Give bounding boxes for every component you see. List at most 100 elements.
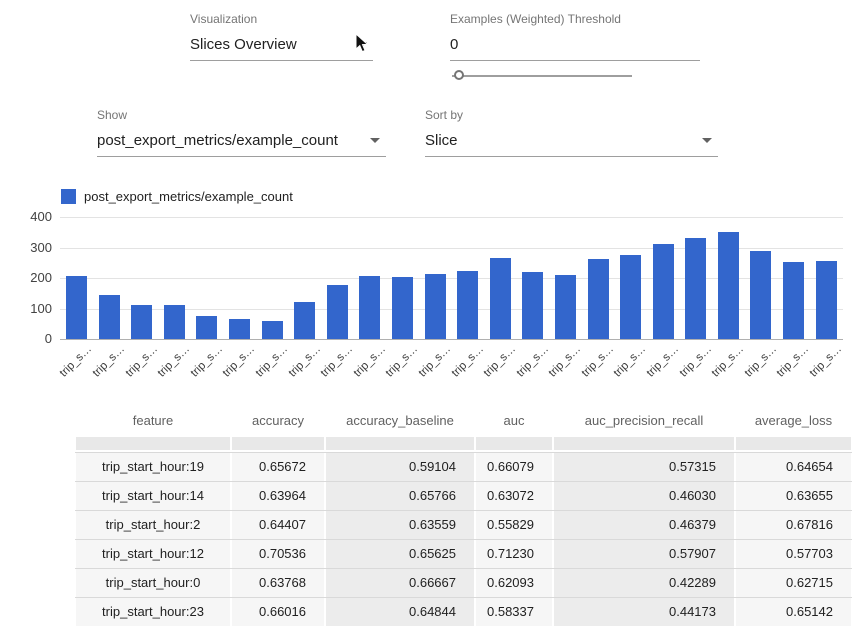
x-tick-label: trip_s… xyxy=(66,341,87,387)
bar[interactable] xyxy=(327,285,348,339)
metric-cell: 0.71230 xyxy=(476,540,552,568)
metric-cell: 0.65625 xyxy=(326,540,474,568)
bar[interactable] xyxy=(229,319,250,339)
bar[interactable] xyxy=(294,302,315,339)
x-tick-label: trip_s… xyxy=(490,341,511,387)
column-filter-input[interactable] xyxy=(554,437,734,450)
column-filter-input[interactable] xyxy=(736,437,851,450)
column-header[interactable]: accuracy_baseline xyxy=(325,404,475,436)
sort-by-label: Sort by xyxy=(425,108,718,122)
bar[interactable] xyxy=(66,276,87,339)
metric-cell: 0.62093 xyxy=(476,569,552,597)
x-tick-label: trip_s… xyxy=(620,341,641,387)
column-filter-input[interactable] xyxy=(76,437,230,450)
tfma-slicing-metrics-view: Visualization Slices Overview Examples (… xyxy=(0,0,863,626)
feature-cell: trip_start_hour:19 xyxy=(76,453,230,481)
bar[interactable] xyxy=(164,305,185,339)
visualization-select[interactable]: Slices Overview xyxy=(190,28,373,61)
x-tick-label: trip_s… xyxy=(522,341,543,387)
metric-cell: 0.63964 xyxy=(232,482,324,510)
threshold-input[interactable] xyxy=(450,28,700,61)
y-tick-label: 300 xyxy=(12,240,52,255)
bar[interactable] xyxy=(99,295,120,339)
column-header[interactable]: average_loss xyxy=(735,404,852,436)
x-tick-label: trip_s… xyxy=(783,341,804,387)
feature-cell: trip_start_hour:14 xyxy=(76,482,230,510)
column-header[interactable]: auc_precision_recall xyxy=(553,404,735,436)
bar[interactable] xyxy=(653,244,674,339)
table-body: trip_start_hour:190.656720.591040.660790… xyxy=(75,453,852,626)
metric-cell: 0.42289 xyxy=(554,569,734,597)
slider-track[interactable] xyxy=(452,75,632,77)
show-metric-selected-value: post_export_metrics/example_count xyxy=(97,132,338,149)
column-header[interactable]: auc xyxy=(475,404,553,436)
x-tick-label: trip_s… xyxy=(327,341,348,387)
sort-by-selected-value: Slice xyxy=(425,132,458,149)
metric-cell: 0.59104 xyxy=(326,453,474,481)
slider-thumb[interactable] xyxy=(454,70,464,80)
threshold-slider[interactable] xyxy=(452,68,632,84)
bar[interactable] xyxy=(620,255,641,339)
mouse-cursor-icon xyxy=(355,33,370,54)
bar[interactable] xyxy=(750,251,771,339)
table-filter-row xyxy=(75,436,852,453)
x-tick-label: trip_s… xyxy=(457,341,478,387)
feature-cell: trip_start_hour:0 xyxy=(76,569,230,597)
table-row: trip_start_hour:00.637680.666670.620930.… xyxy=(75,569,852,598)
table-row: trip_start_hour:120.705360.656250.712300… xyxy=(75,540,852,569)
x-tick-label: trip_s… xyxy=(588,341,609,387)
x-tick-label: trip_s… xyxy=(229,341,250,387)
chevron-down-icon xyxy=(702,138,712,143)
column-filter-input[interactable] xyxy=(232,437,324,450)
metric-cell: 0.63655 xyxy=(736,482,851,510)
bar[interactable] xyxy=(588,259,609,339)
bar[interactable] xyxy=(196,316,217,339)
bar[interactable] xyxy=(555,275,576,339)
metric-cell: 0.63072 xyxy=(476,482,552,510)
x-tick-label: trip_s… xyxy=(294,341,315,387)
sort-by-control: Sort by Slice xyxy=(425,108,718,157)
bar[interactable] xyxy=(131,305,152,339)
bar[interactable] xyxy=(783,262,804,339)
slices-bar-chart: 0100200300400 xyxy=(60,217,843,339)
column-filter-input[interactable] xyxy=(326,437,474,450)
metric-cell: 0.44173 xyxy=(554,598,734,626)
bar[interactable] xyxy=(425,274,446,339)
metric-cell: 0.57907 xyxy=(554,540,734,568)
table-row: trip_start_hour:190.656720.591040.660790… xyxy=(75,453,852,482)
visualization-label: Visualization xyxy=(190,12,373,26)
metric-cell: 0.66667 xyxy=(326,569,474,597)
bar[interactable] xyxy=(262,321,283,339)
table-row: trip_start_hour:20.644070.635590.558290.… xyxy=(75,511,852,540)
metric-cell: 0.64407 xyxy=(232,511,324,539)
bar[interactable] xyxy=(685,238,706,339)
metric-cell: 0.65142 xyxy=(736,598,851,626)
legend-swatch xyxy=(61,189,76,204)
metric-cell: 0.62715 xyxy=(736,569,851,597)
metric-cell: 0.64654 xyxy=(736,453,851,481)
sort-by-select[interactable]: Slice xyxy=(425,124,718,157)
column-header[interactable]: feature xyxy=(75,404,231,436)
bar[interactable] xyxy=(718,232,739,339)
show-metric-control: Show post_export_metrics/example_count xyxy=(97,108,386,157)
bar[interactable] xyxy=(457,271,478,339)
metric-cell: 0.55829 xyxy=(476,511,552,539)
x-tick-label: trip_s… xyxy=(816,341,837,387)
column-filter-input[interactable] xyxy=(476,437,552,450)
bar[interactable] xyxy=(816,261,837,339)
x-tick-label: trip_s… xyxy=(262,341,283,387)
y-tick-label: 100 xyxy=(12,301,52,316)
threshold-label: Examples (Weighted) Threshold xyxy=(450,12,700,26)
show-metric-select[interactable]: post_export_metrics/example_count xyxy=(97,124,386,157)
visualization-selected-value: Slices Overview xyxy=(190,36,297,53)
chart-legend: post_export_metrics/example_count xyxy=(61,189,293,204)
column-header[interactable]: accuracy xyxy=(231,404,325,436)
visualization-control: Visualization Slices Overview xyxy=(190,12,373,61)
bar[interactable] xyxy=(522,272,543,339)
bar[interactable] xyxy=(392,277,413,339)
bar[interactable] xyxy=(490,258,511,339)
x-axis-labels: trip_s… trip_s… trip_s… trip_s… trip_s… trip_… xyxy=(60,341,843,387)
bar[interactable] xyxy=(359,276,380,339)
feature-cell: trip_start_hour:23 xyxy=(76,598,230,626)
metric-cell: 0.66016 xyxy=(232,598,324,626)
